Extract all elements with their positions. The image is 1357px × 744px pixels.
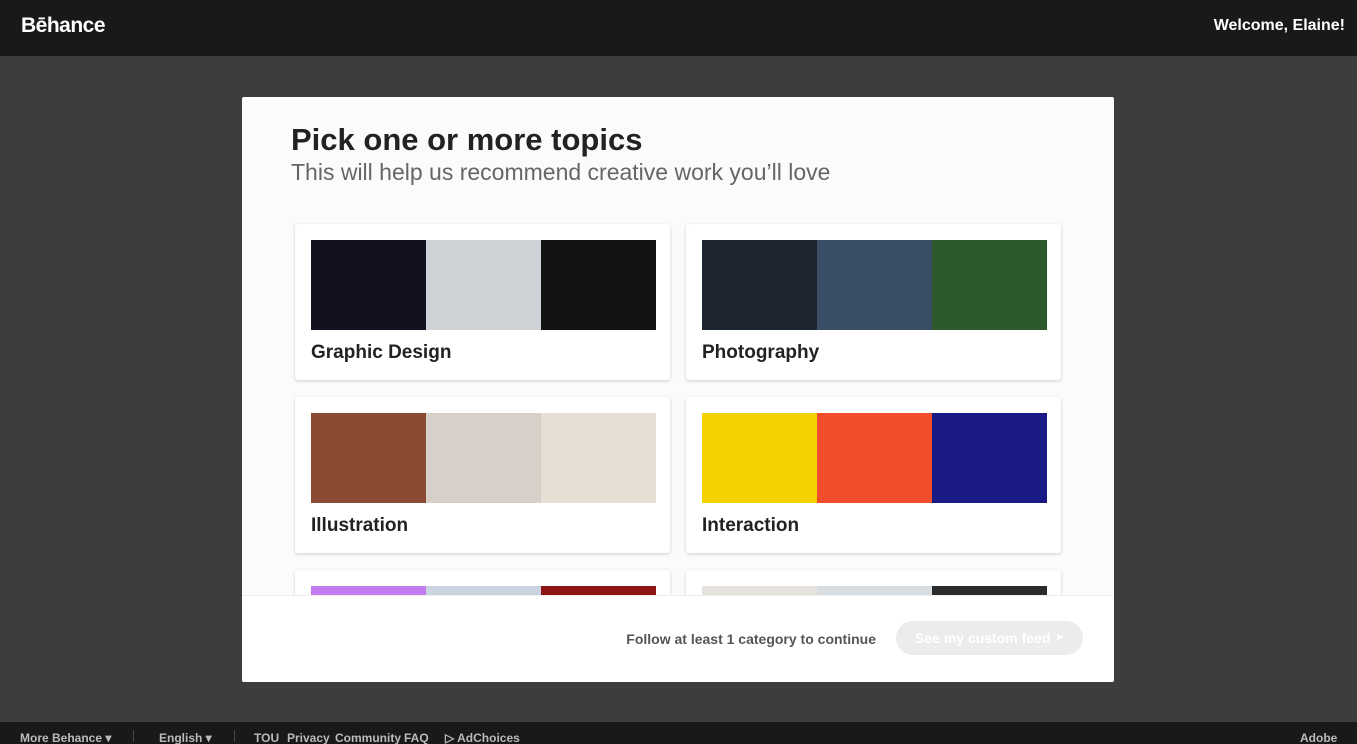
card-label: Graphic Design bbox=[311, 342, 452, 363]
topic-card-partial[interactable] bbox=[295, 570, 670, 595]
thumbnail-image bbox=[541, 240, 656, 330]
footer-link-tou[interactable]: TOU bbox=[254, 731, 279, 744]
language-menu[interactable]: English ▾ bbox=[159, 731, 212, 744]
adobe-link[interactable]: Adobe bbox=[1300, 731, 1337, 744]
modal-title: Pick one or more topics bbox=[291, 122, 643, 157]
thumbnail-image bbox=[541, 413, 656, 503]
thumbnail-image bbox=[817, 413, 932, 503]
card-thumbnails bbox=[702, 586, 1047, 595]
thumbnail-image bbox=[702, 586, 817, 595]
more-behance-menu[interactable]: More Behance ▾ bbox=[20, 731, 111, 744]
card-label: Illustration bbox=[311, 515, 409, 536]
modal-subtitle: This will help us recommend creative wor… bbox=[291, 159, 831, 185]
thumbnail-image bbox=[311, 586, 426, 595]
card-thumbnails bbox=[311, 240, 656, 330]
thumbnail-image bbox=[311, 413, 426, 503]
divider bbox=[234, 730, 235, 742]
card-thumbnails bbox=[702, 240, 1047, 330]
topic-card-graphic-design[interactable]: Graphic Design bbox=[295, 224, 670, 380]
bottom-bar: More Behance ▾ English ▾ TOU Privacy Com… bbox=[0, 722, 1357, 744]
topic-card-photography[interactable]: Photography bbox=[686, 224, 1061, 380]
thumbnail-image bbox=[541, 586, 656, 595]
card-thumbnails bbox=[311, 586, 656, 595]
welcome-text: Welcome, Elaine! bbox=[1213, 17, 1345, 34]
footer-link-community[interactable]: Community bbox=[335, 731, 401, 744]
thumbnail-image bbox=[817, 240, 932, 330]
thumbnail-image bbox=[817, 586, 932, 595]
divider bbox=[133, 730, 134, 742]
see-custom-feed-button[interactable]: See my custom feed ▸ bbox=[896, 621, 1083, 655]
thumbnail-image bbox=[426, 240, 541, 330]
topic-card-illustration[interactable]: Illustration bbox=[295, 397, 670, 553]
thumbnail-image bbox=[311, 240, 426, 330]
thumbnail-image bbox=[932, 240, 1047, 330]
thumbnail-image bbox=[932, 586, 1047, 595]
footer-link-privacy[interactable]: Privacy bbox=[287, 731, 330, 744]
card-label: Photography bbox=[702, 342, 820, 363]
thumbnail-image bbox=[426, 586, 541, 595]
adchoices-link[interactable]: ▷ AdChoices bbox=[445, 731, 520, 744]
modal-footer: Follow at least 1 category to continue S… bbox=[242, 595, 1114, 682]
footer-link-faq[interactable]: FAQ bbox=[404, 731, 429, 744]
topics-list[interactable]: Graphic Design Photography Illustration bbox=[242, 207, 1114, 595]
top-bar: Bēhance Welcome, Elaine! bbox=[0, 0, 1357, 56]
card-thumbnails bbox=[702, 413, 1047, 503]
thumbnail-image bbox=[426, 413, 541, 503]
cta-label: See my custom feed bbox=[915, 630, 1051, 646]
card-label: Interaction bbox=[702, 515, 800, 536]
follow-hint: Follow at least 1 category to continue bbox=[626, 631, 876, 647]
thumbnail-image bbox=[932, 413, 1047, 503]
behance-logo[interactable]: Bēhance bbox=[21, 14, 106, 38]
topic-card-interaction[interactable]: Interaction bbox=[686, 397, 1061, 553]
thumbnail-image bbox=[702, 413, 817, 503]
chevron-right-icon: ▸ bbox=[1057, 631, 1063, 643]
thumbnail-image bbox=[702, 240, 817, 330]
topics-modal: Pick one or more topics This will help u… bbox=[242, 97, 1114, 682]
topic-card-partial[interactable] bbox=[686, 570, 1061, 595]
card-thumbnails bbox=[311, 413, 656, 503]
